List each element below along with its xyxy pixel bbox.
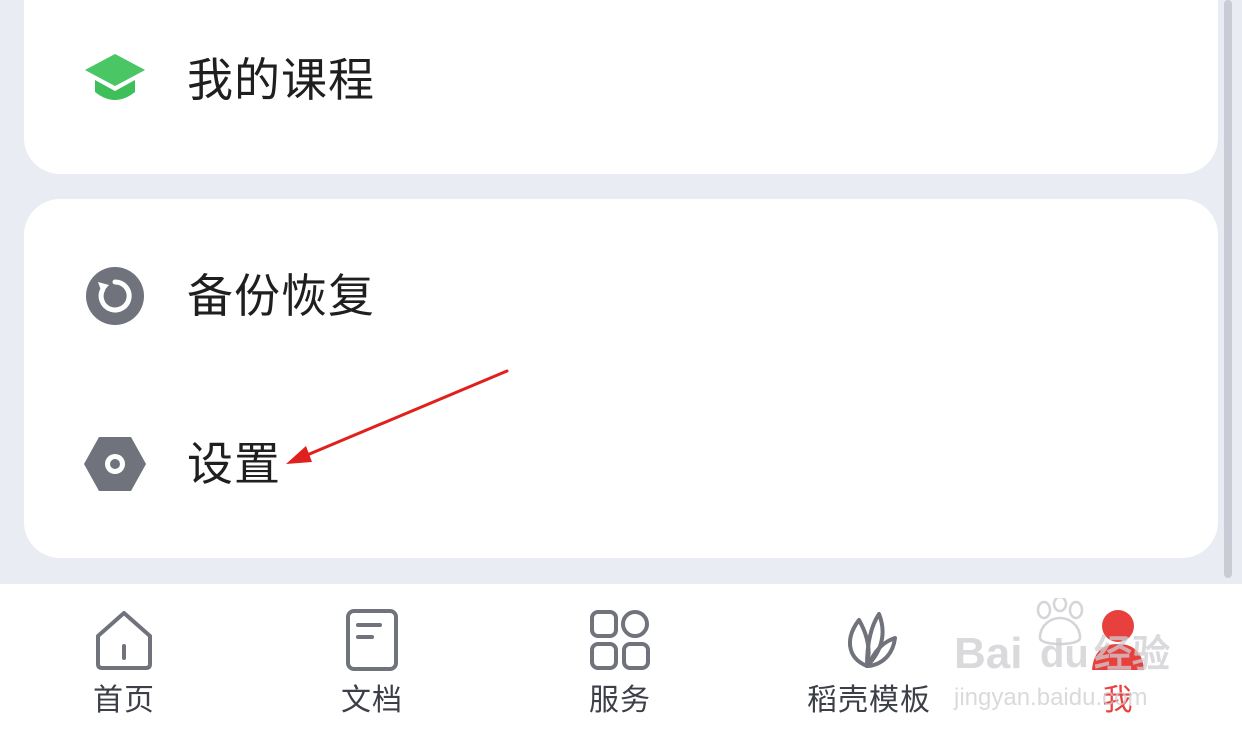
tab-label-home: 首页: [93, 683, 155, 718]
avatar-dot-icon: [1086, 608, 1150, 672]
tab-home[interactable]: 首页: [34, 584, 214, 739]
tab-label-me: 我: [1102, 683, 1134, 718]
tab-me[interactable]: 我: [1028, 584, 1208, 739]
tab-templates[interactable]: 稻壳模板: [779, 584, 959, 739]
tab-label-templates: 稻壳模板: [807, 683, 931, 718]
document-icon: [340, 608, 404, 672]
grid-apps-icon: [588, 608, 652, 672]
tab-label-documents: 文档: [341, 683, 403, 718]
scrollbar[interactable]: [1224, 0, 1232, 578]
tab-services[interactable]: 服务: [530, 584, 710, 739]
home-icon: [92, 608, 156, 672]
tab-label-services: 服务: [589, 683, 651, 718]
tab-documents[interactable]: 文档: [282, 584, 462, 739]
bottom-tab-bar: 首页 文档 服务 稻壳模板 我: [0, 584, 1242, 739]
leaf-template-icon: [837, 608, 901, 672]
